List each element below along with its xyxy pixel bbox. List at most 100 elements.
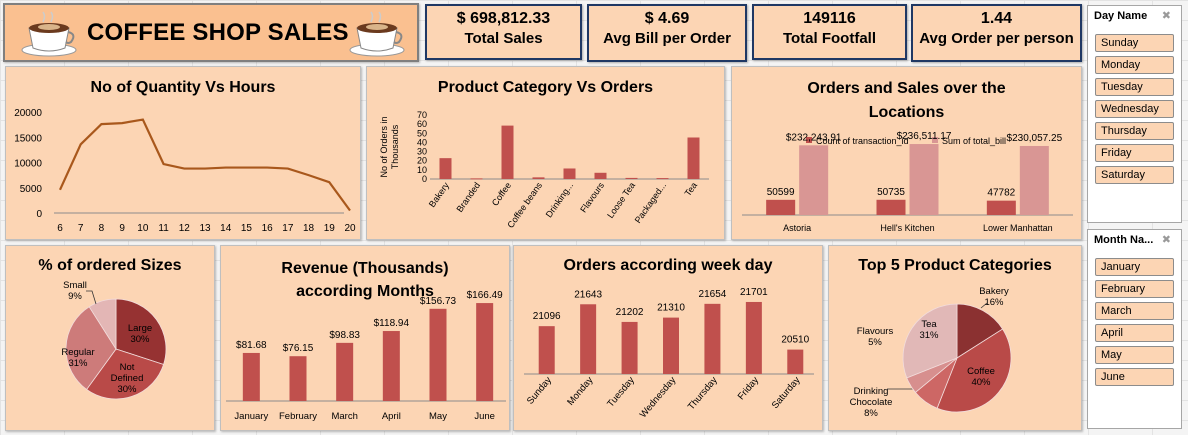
bar: [476, 303, 494, 401]
kpi-label: Total Footfall: [782, 30, 877, 47]
slice-label: Small: [63, 280, 87, 291]
x-tick-label: Flavours: [578, 180, 606, 214]
slice-label: Coffee: [967, 366, 995, 377]
slice-label: 9%: [68, 291, 82, 302]
slice-label: 5%: [868, 337, 882, 348]
pie-chart: Bakery16% Coffee40% DrinkingChocolate8% Fla…: [850, 286, 1012, 419]
slice-label: 8%: [864, 408, 878, 419]
data-label: 50735: [877, 187, 905, 198]
kpi-total-sales: $ 698,812.33 Total Sales: [425, 4, 582, 60]
coffee-cup-icon: [349, 11, 405, 57]
bar: [242, 352, 260, 401]
series-line: [58, 118, 351, 212]
slicer-item-may[interactable]: May: [1095, 346, 1174, 364]
coffee-cup-icon: [21, 11, 77, 57]
chart-top5-panel: Top 5 Product Categories Bakery 16% Coffee…: [828, 245, 1082, 431]
x-tick-label: Wednesday: [638, 375, 679, 421]
kpi-value: 1.44: [980, 10, 1013, 27]
slicer-item-monday[interactable]: Monday: [1095, 56, 1174, 74]
x-tick-label: 15: [241, 223, 253, 234]
slicer-item-february[interactable]: February: [1095, 280, 1174, 298]
y-tick-label: 70: [417, 110, 427, 120]
data-label: $76.15: [283, 343, 314, 354]
kpi-total-footfall: 149116 Total Footfall: [752, 4, 907, 60]
x-tick-label: Thursday: [686, 375, 720, 413]
bar: [470, 178, 483, 180]
x-tick-label: May: [429, 411, 447, 422]
bar: [909, 144, 939, 215]
x-tick-label: March: [331, 411, 357, 422]
kpi-label: Avg Bill per Order: [603, 30, 731, 47]
slice-label: Bakery: [979, 286, 1009, 297]
x-tick-label: 13: [199, 223, 211, 234]
data-label: $81.68: [236, 340, 267, 351]
bar: [439, 158, 452, 179]
bar: [382, 331, 400, 401]
leader-line: [86, 290, 97, 305]
slicer-item-april[interactable]: April: [1095, 324, 1174, 342]
bar-chart: Count of transaction_id Sum of total_bill…: [742, 131, 1073, 233]
x-tick-label: January: [234, 411, 268, 422]
clear-filter-icon[interactable]: ✖: [1162, 233, 1171, 246]
data-label: $166.49: [467, 290, 504, 301]
kpi-label: Avg Order per person: [919, 30, 1074, 47]
x-tick-label: Bakery: [427, 180, 452, 209]
x-tick-label: Lower Manhattan: [983, 223, 1053, 233]
y-tick-label: 20: [417, 156, 427, 166]
x-tick-label: Saturday: [770, 375, 803, 411]
bar: [594, 172, 607, 179]
slicer-item-tuesday[interactable]: Tuesday: [1095, 78, 1174, 96]
bar: [663, 317, 679, 374]
y-tick-label: 30: [417, 147, 427, 157]
slice-label: 31%: [919, 330, 939, 341]
slicer-item-saturday[interactable]: Saturday: [1095, 166, 1174, 184]
slicer-item-wednesday[interactable]: Wednesday: [1095, 100, 1174, 118]
y-tick-label: 0: [422, 174, 427, 184]
clear-filter-icon[interactable]: ✖: [1162, 9, 1171, 22]
data-label: 21202: [616, 307, 644, 318]
x-tick-label: Astoria: [783, 223, 811, 233]
y-tick-label: 10: [417, 165, 427, 175]
bar: [656, 178, 669, 180]
data-label: $156.73: [420, 296, 457, 307]
x-tick-label: April: [382, 411, 401, 422]
x-tick-label: 12: [179, 223, 191, 234]
x-tick-label: 18: [303, 223, 315, 234]
slicer-item-sunday[interactable]: Sunday: [1095, 34, 1174, 52]
data-label: 21096: [533, 311, 561, 322]
x-tick-label: Monday: [565, 375, 595, 408]
slicer-item-january[interactable]: January: [1095, 258, 1174, 276]
slicer-item-march[interactable]: March: [1095, 302, 1174, 320]
bar: [766, 199, 796, 215]
slice-label: Regular: [61, 347, 94, 358]
slicer-item-friday[interactable]: Friday: [1095, 144, 1174, 162]
data-label: 47782: [987, 188, 1015, 199]
data-label: 20510: [781, 335, 809, 346]
y-tick-label: 40: [417, 137, 427, 147]
slicer-item-june[interactable]: June: [1095, 368, 1174, 386]
data-label: 21643: [574, 289, 602, 300]
bar: [538, 326, 555, 374]
chart-category-orders-panel: Product Category Vs Orders No of Orders …: [366, 66, 725, 240]
x-tick-label: Friday: [736, 375, 762, 402]
y-tick-label: 15000: [14, 133, 42, 144]
x-tick-label: 6: [57, 223, 63, 234]
y-tick-label: 20000: [14, 108, 42, 119]
x-tick-label: Tuesday: [605, 375, 637, 410]
slice-label: 40%: [971, 377, 991, 388]
slice-label: Not: [120, 362, 135, 373]
bar: [563, 168, 576, 179]
kpi-value: $ 4.69: [644, 10, 690, 27]
title-banner: COFFEE SHOP SALES: [3, 3, 419, 62]
bar: [745, 301, 762, 374]
y-tick-label: 5000: [20, 184, 43, 195]
y-axis-label: Thousands: [390, 124, 400, 169]
x-tick-label: Tea: [683, 180, 700, 198]
x-tick-label: 20: [344, 223, 356, 234]
bar: [787, 349, 804, 374]
bar: [876, 199, 906, 215]
data-label: $230,057.25: [1007, 133, 1063, 144]
x-tick-label: June: [474, 411, 495, 422]
slicer-item-thursday[interactable]: Thursday: [1095, 122, 1174, 140]
bar: [289, 356, 307, 401]
